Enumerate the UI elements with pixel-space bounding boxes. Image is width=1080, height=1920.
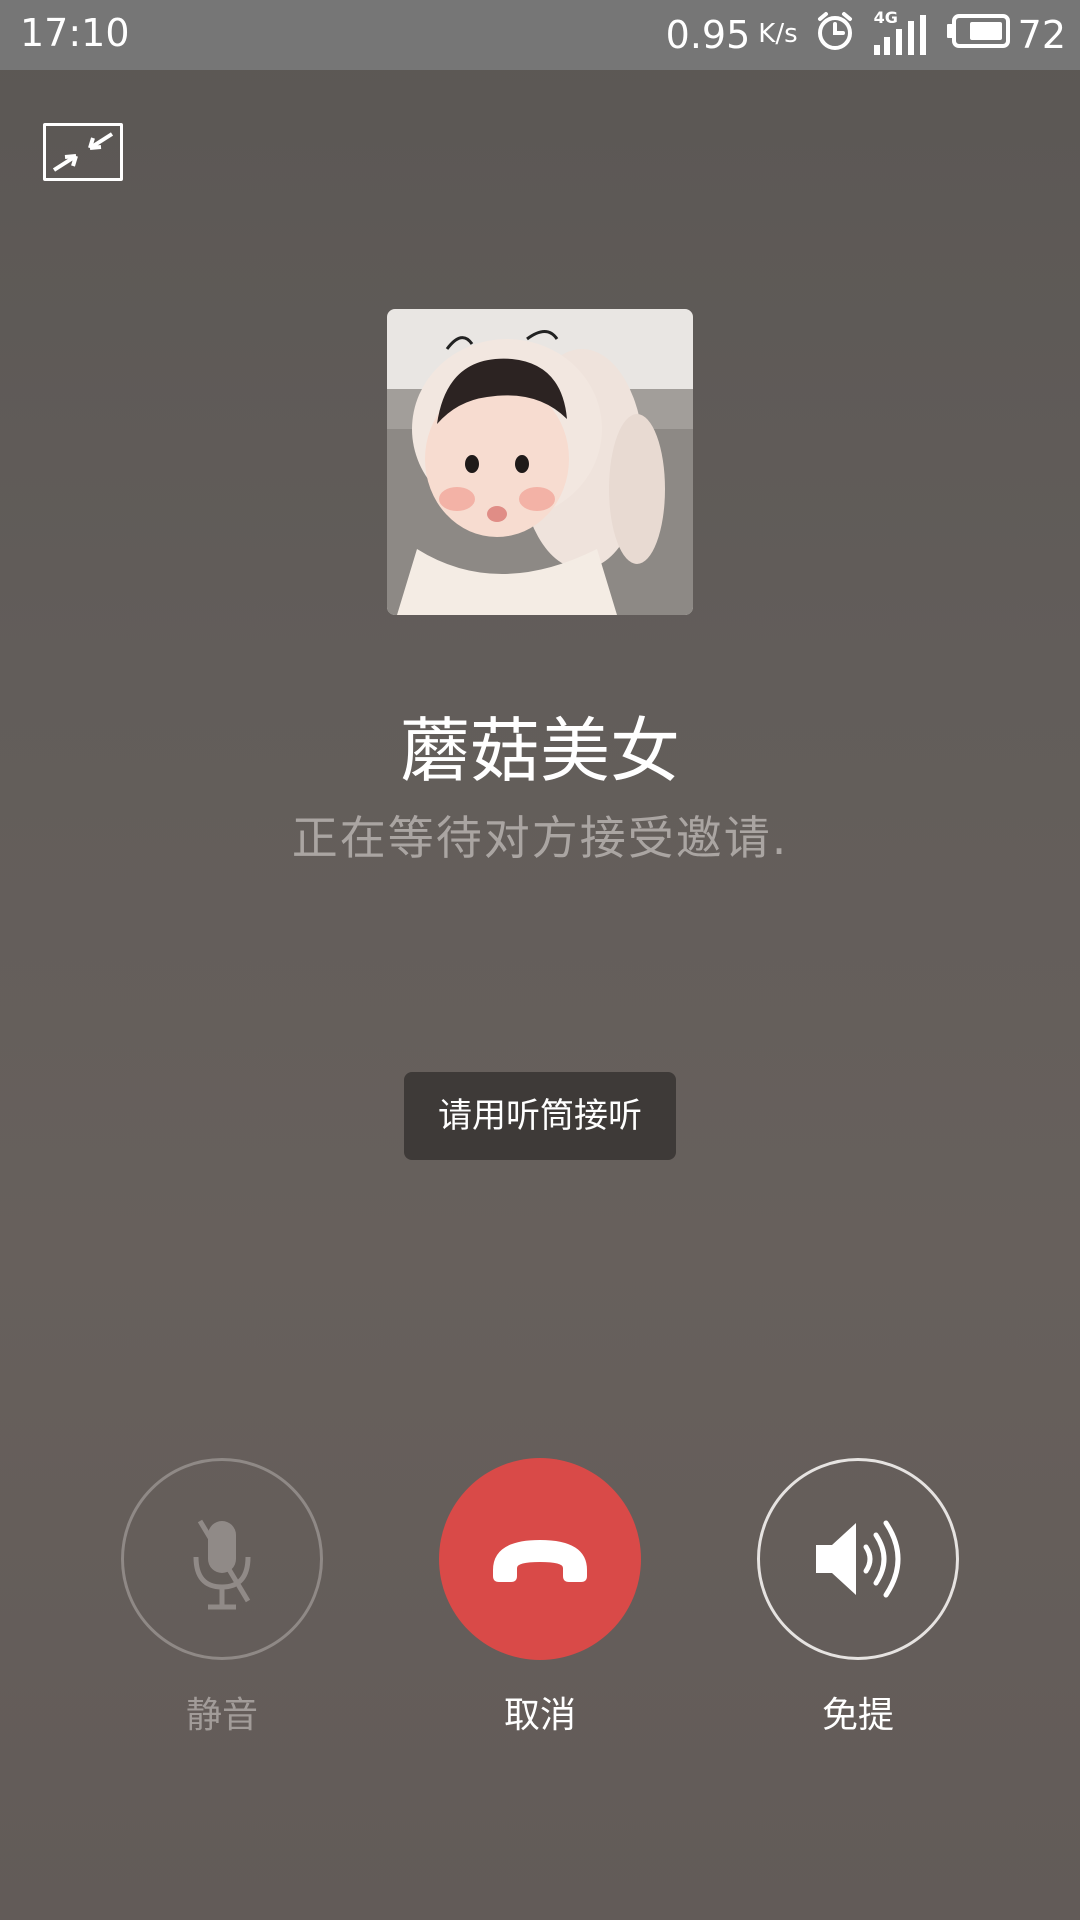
signal-4g-icon: 4G: [872, 9, 930, 57]
network-type-label: 4G: [873, 8, 898, 27]
network-speed: 0.95 K/s: [666, 13, 798, 57]
status-time: 17:10: [20, 11, 130, 55]
earpiece-hint-toast: 请用听筒接听: [404, 1072, 676, 1160]
voice-call-screen: 17:10 0.95 K/s 4G 72 蘑菇美女 正在等待对方接受邀请. 请用…: [0, 0, 1080, 1920]
alarm-clock-icon: [814, 10, 856, 61]
speaker-button[interactable]: [757, 1458, 959, 1660]
cancel-call-control[interactable]: 取消: [439, 1458, 641, 1738]
mute-control[interactable]: 静音: [121, 1458, 323, 1738]
battery-icon: [946, 13, 1010, 57]
network-speed-value: 0.95: [665, 13, 751, 57]
avatar-photo: [387, 309, 693, 615]
shrink-window-icon: [52, 132, 114, 172]
status-indicators: 0.95 K/s 4G 72: [666, 8, 1066, 62]
battery-indicator: 72: [946, 13, 1066, 57]
battery-level: 72: [1017, 13, 1066, 57]
call-status-text: 正在等待对方接受邀请.: [291, 811, 789, 865]
mute-button[interactable]: [121, 1458, 323, 1660]
cancel-call-button[interactable]: [439, 1458, 641, 1660]
hang-up-phone-icon: [493, 1540, 587, 1582]
contact-avatar: [387, 309, 693, 615]
minimize-call-button[interactable]: [43, 123, 123, 181]
status-bar: 17:10 0.95 K/s 4G 72: [0, 0, 1080, 70]
speaker-control[interactable]: 免提: [757, 1458, 959, 1738]
speaker-icon: [816, 1520, 901, 1598]
cancel-label: 取消: [503, 1695, 576, 1736]
network-speed-unit: K/s: [758, 19, 798, 49]
contact-name: 蘑菇美女: [400, 710, 680, 792]
speaker-label: 免提: [821, 1695, 894, 1736]
muted-microphone-icon: [193, 1519, 251, 1610]
mute-label: 静音: [185, 1695, 258, 1736]
